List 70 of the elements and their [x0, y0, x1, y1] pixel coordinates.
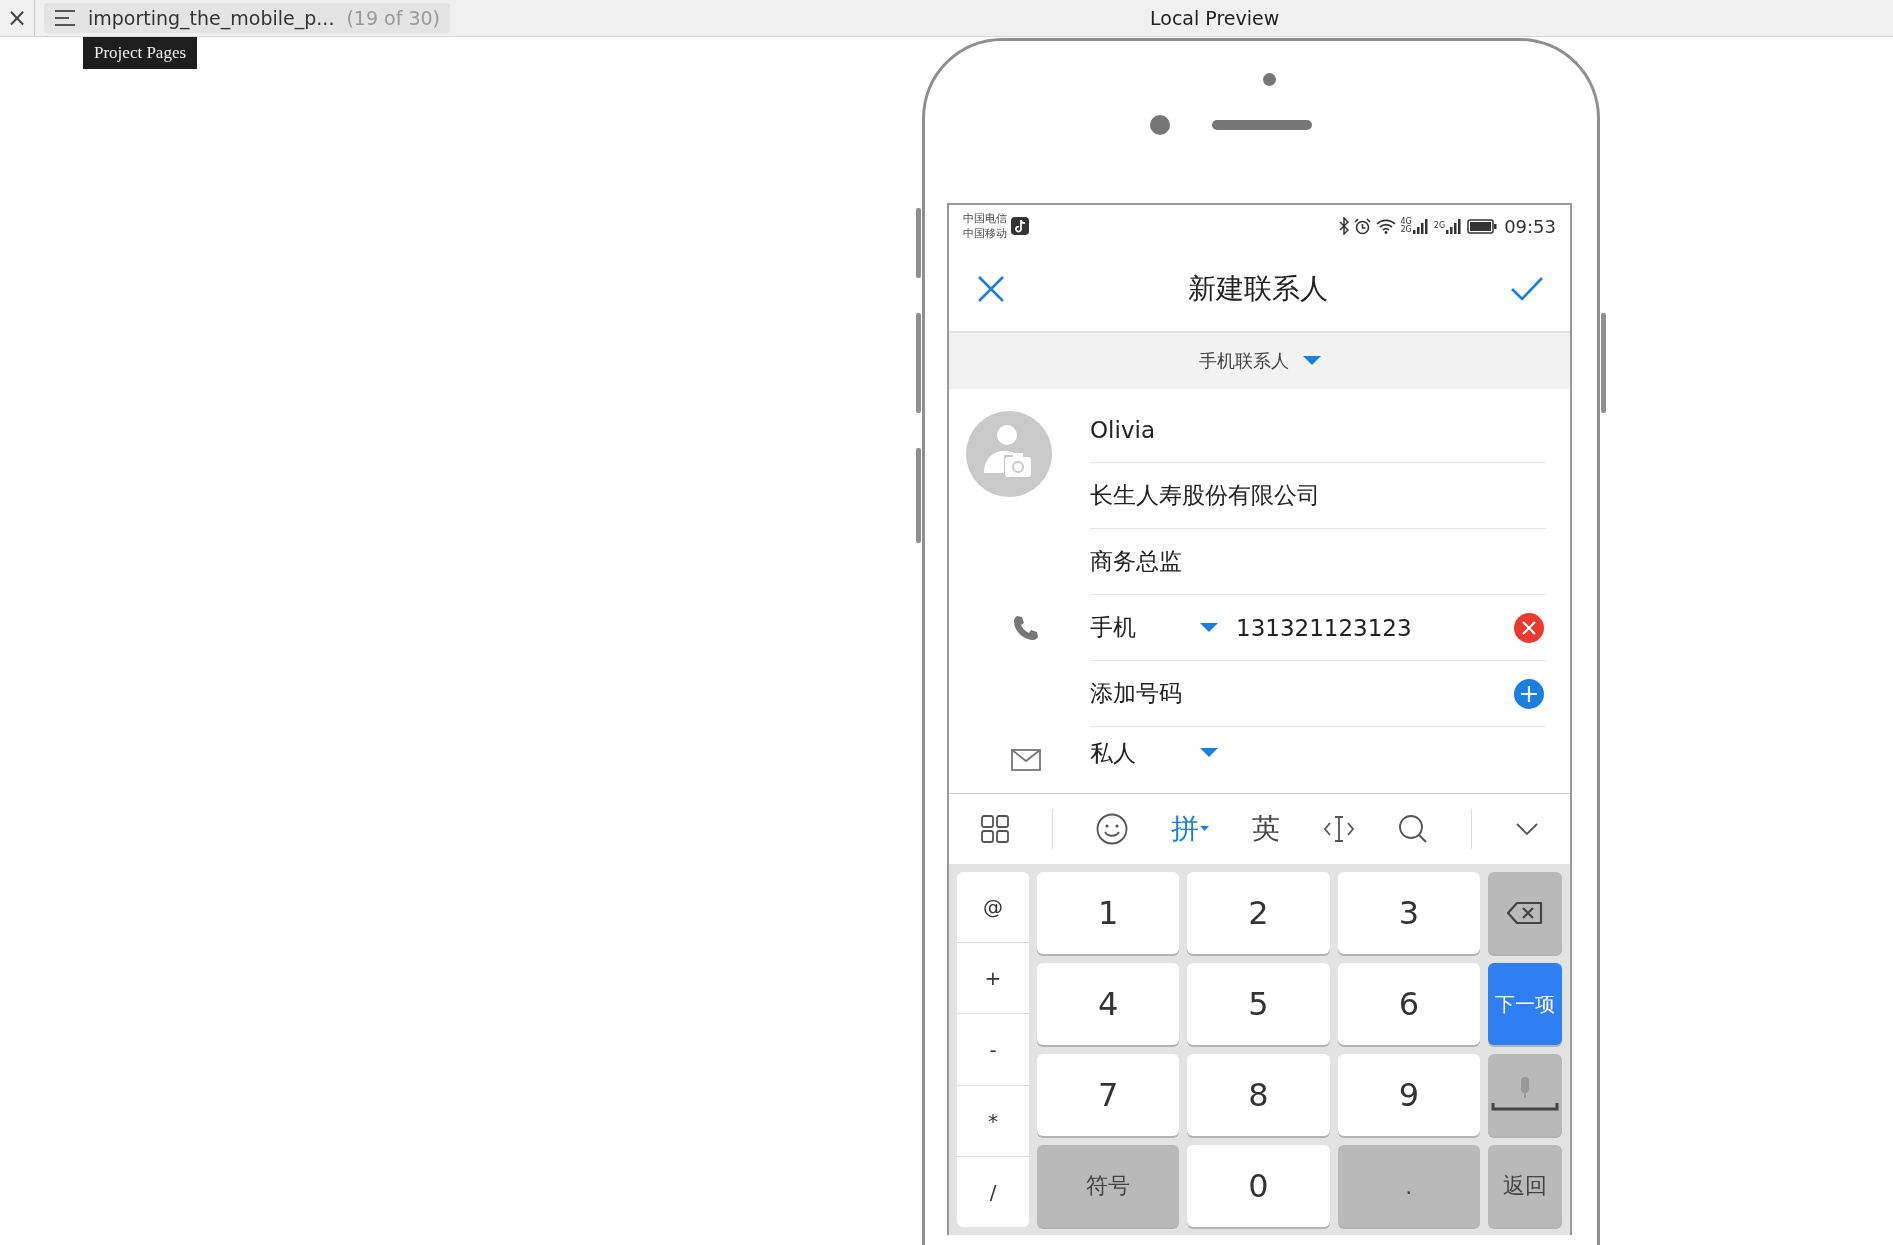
front-camera	[1150, 115, 1170, 135]
backspace-key[interactable]	[1488, 872, 1562, 954]
space-key[interactable]	[1488, 1054, 1562, 1136]
digit-key[interactable]: 7	[1037, 1054, 1180, 1136]
digit-key[interactable]: 5	[1187, 963, 1330, 1045]
checkmark-icon[interactable]	[1510, 276, 1544, 302]
symbol-key[interactable]: -	[957, 1014, 1029, 1086]
apps-grid-icon[interactable]	[980, 815, 1009, 843]
status-time: 09:53	[1504, 215, 1556, 237]
digit-key[interactable]: 9	[1337, 1054, 1480, 1136]
close-button[interactable]: ×	[0, 0, 35, 36]
page-tab[interactable]: importing_the_mobile_p... (19 of 30)	[44, 3, 450, 33]
phone-number-field[interactable]: 131321123123	[1236, 614, 1412, 641]
sensor-dot	[1262, 73, 1276, 86]
digit-key[interactable]: 8	[1187, 1054, 1330, 1136]
add-icon[interactable]	[1514, 678, 1544, 709]
add-number-link[interactable]: 添加号码	[1090, 678, 1182, 709]
network-label: 4G	[1400, 218, 1412, 226]
envelope-icon	[1010, 749, 1041, 771]
symbol-key[interactable]: *	[957, 1085, 1029, 1157]
input-mode-tab[interactable]: 拼	[1170, 810, 1209, 848]
digit-key[interactable]: 4	[1037, 963, 1180, 1045]
carrier-name: 中国移动	[963, 226, 1007, 241]
clear-icon[interactable]	[1514, 612, 1544, 643]
account-selector[interactable]: 手机联系人	[949, 333, 1570, 389]
type-dropdown[interactable]: 手机	[1090, 612, 1222, 643]
search-icon[interactable]	[1397, 814, 1428, 844]
text-field[interactable]: Olivia	[1090, 416, 1155, 443]
wifi-icon	[1375, 218, 1396, 234]
phone-icon	[1011, 614, 1040, 642]
bluetooth-icon	[1338, 217, 1349, 235]
caret-icon	[1200, 748, 1218, 758]
tooltip: Project Pages	[83, 37, 198, 69]
text-field[interactable]: 长生人寿股份有限公司	[1090, 480, 1320, 511]
digit-key[interactable]: 0	[1187, 1145, 1330, 1227]
backspace-icon	[1507, 901, 1543, 925]
network-label: 2G	[1400, 226, 1412, 234]
chevron-down-icon[interactable]	[1514, 822, 1539, 836]
type-dropdown[interactable]: 私人	[1090, 737, 1222, 769]
caret-icon	[1302, 356, 1321, 366]
screen-title: 新建联系人	[1188, 271, 1328, 307]
symbol-key[interactable]: @	[957, 872, 1029, 944]
carrier-name: 中国电信	[963, 211, 1007, 226]
symbol-key[interactable]: /	[957, 1156, 1029, 1227]
caret-icon	[1200, 622, 1218, 633]
text-field[interactable]: 商务总监	[1090, 546, 1182, 577]
text-cursor-icon[interactable]	[1322, 815, 1355, 843]
signal-icon	[1446, 218, 1463, 234]
next-key[interactable]: 下一项	[1488, 963, 1562, 1045]
function-key[interactable]: 返回	[1488, 1145, 1562, 1227]
emoji-icon[interactable]	[1095, 813, 1128, 845]
close-icon[interactable]	[976, 274, 1006, 304]
input-mode-tab[interactable]: 英	[1251, 810, 1280, 848]
page-count: (19 of 30)	[346, 7, 440, 29]
network-label: 2G	[1433, 222, 1446, 230]
digit-key[interactable]: 3	[1337, 872, 1480, 954]
page-title: importing_the_mobile_p...	[88, 7, 335, 29]
symbol-key[interactable]: +	[957, 943, 1029, 1015]
digit-key[interactable]: 2	[1187, 872, 1330, 954]
menu-icon[interactable]	[54, 9, 76, 27]
function-key[interactable]: 符号	[1037, 1145, 1180, 1227]
alarm-icon	[1353, 217, 1371, 235]
battery-icon	[1467, 218, 1498, 234]
function-key[interactable]: .	[1337, 1145, 1480, 1227]
digit-key[interactable]: 6	[1337, 963, 1480, 1045]
caret-icon	[1199, 826, 1209, 832]
music-note-icon	[1011, 217, 1029, 235]
digit-key[interactable]: 1	[1037, 872, 1180, 954]
preview-title: Local Preview	[1150, 7, 1280, 29]
signal-icon	[1412, 218, 1429, 234]
